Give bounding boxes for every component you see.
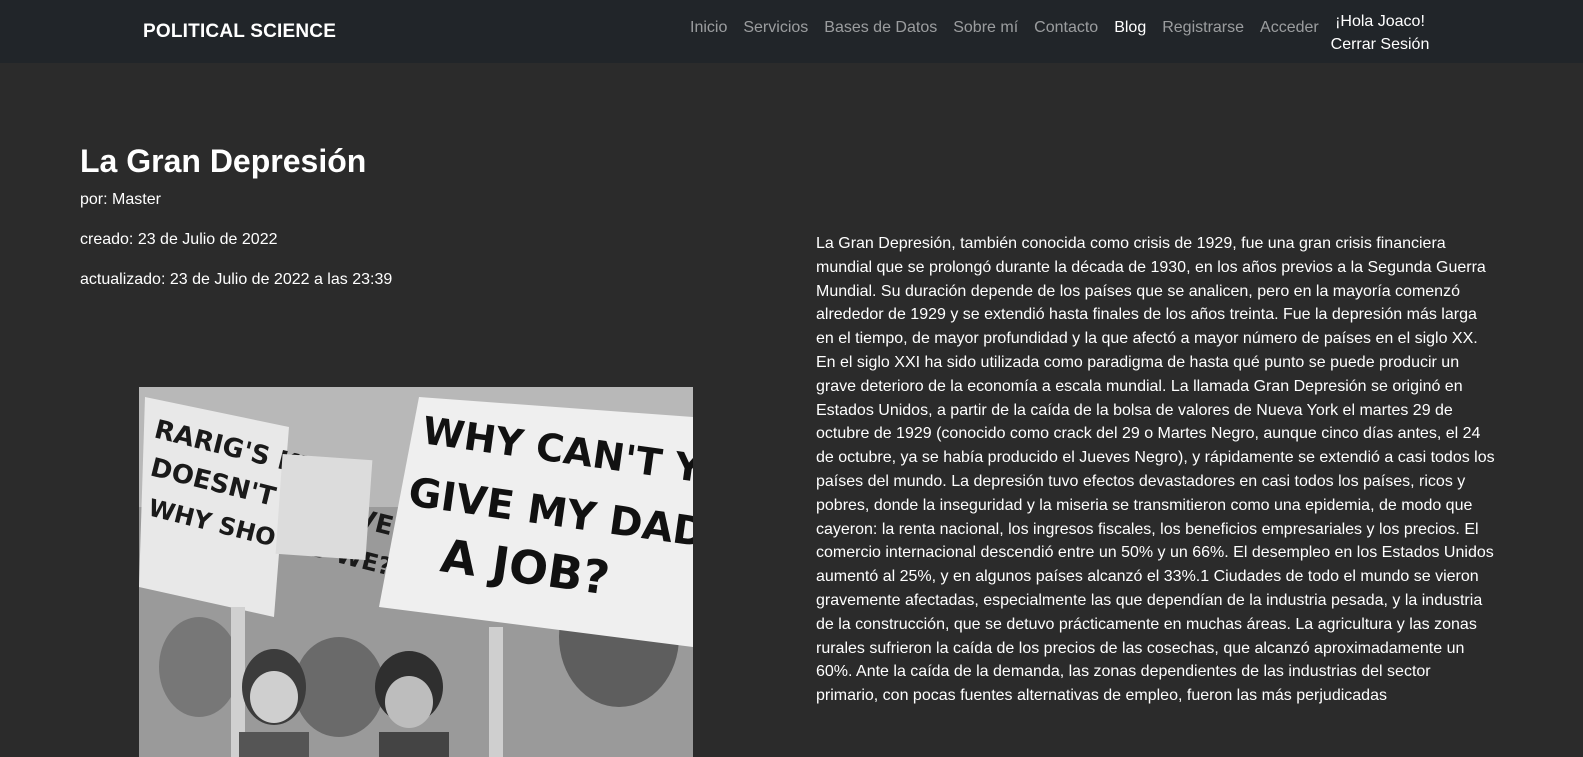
nav-link-contacto[interactable]: Contacto: [1034, 18, 1098, 38]
user-greeting: ¡Hola Joaco!: [1335, 13, 1425, 30]
top-navbar: POLITICAL SCIENCE Inicio Servicios Bases…: [0, 0, 1583, 63]
nav-link-inicio[interactable]: Inicio: [690, 18, 727, 38]
post-updated-date: actualizado: 23 de Julio de 2022 a las 2…: [80, 271, 393, 288]
brand-logo-link[interactable]: POLITICAL SCIENCE: [143, 21, 336, 43]
nav-link-servicios[interactable]: Servicios: [743, 18, 808, 38]
post-title: La Gran Depresión: [80, 143, 367, 179]
nav-links: Inicio Servicios Bases de Datos Sobre mí…: [690, 18, 1335, 38]
nav-link-sobre-mi[interactable]: Sobre mí: [953, 18, 1018, 38]
nav-link-bases-de-datos[interactable]: Bases de Datos: [824, 18, 937, 38]
nav-link-registrarse[interactable]: Registrarse: [1162, 18, 1244, 38]
post-body: La Gran Depresión, también conocida como…: [816, 235, 1495, 705]
post-author: por: Master: [80, 191, 161, 208]
nav-link-acceder[interactable]: Acceder: [1260, 18, 1319, 38]
post-image: RARIG'S KID DOESN'T STARVE WHY SHOULD WE…: [139, 387, 693, 757]
post-created-date: creado: 23 de Julio de 2022: [80, 231, 278, 248]
nav-link-blog[interactable]: Blog: [1114, 18, 1146, 38]
user-box: ¡Hola Joaco! Cerrar Sesión: [1320, 10, 1440, 56]
logout-link[interactable]: Cerrar Sesión: [1320, 33, 1440, 56]
